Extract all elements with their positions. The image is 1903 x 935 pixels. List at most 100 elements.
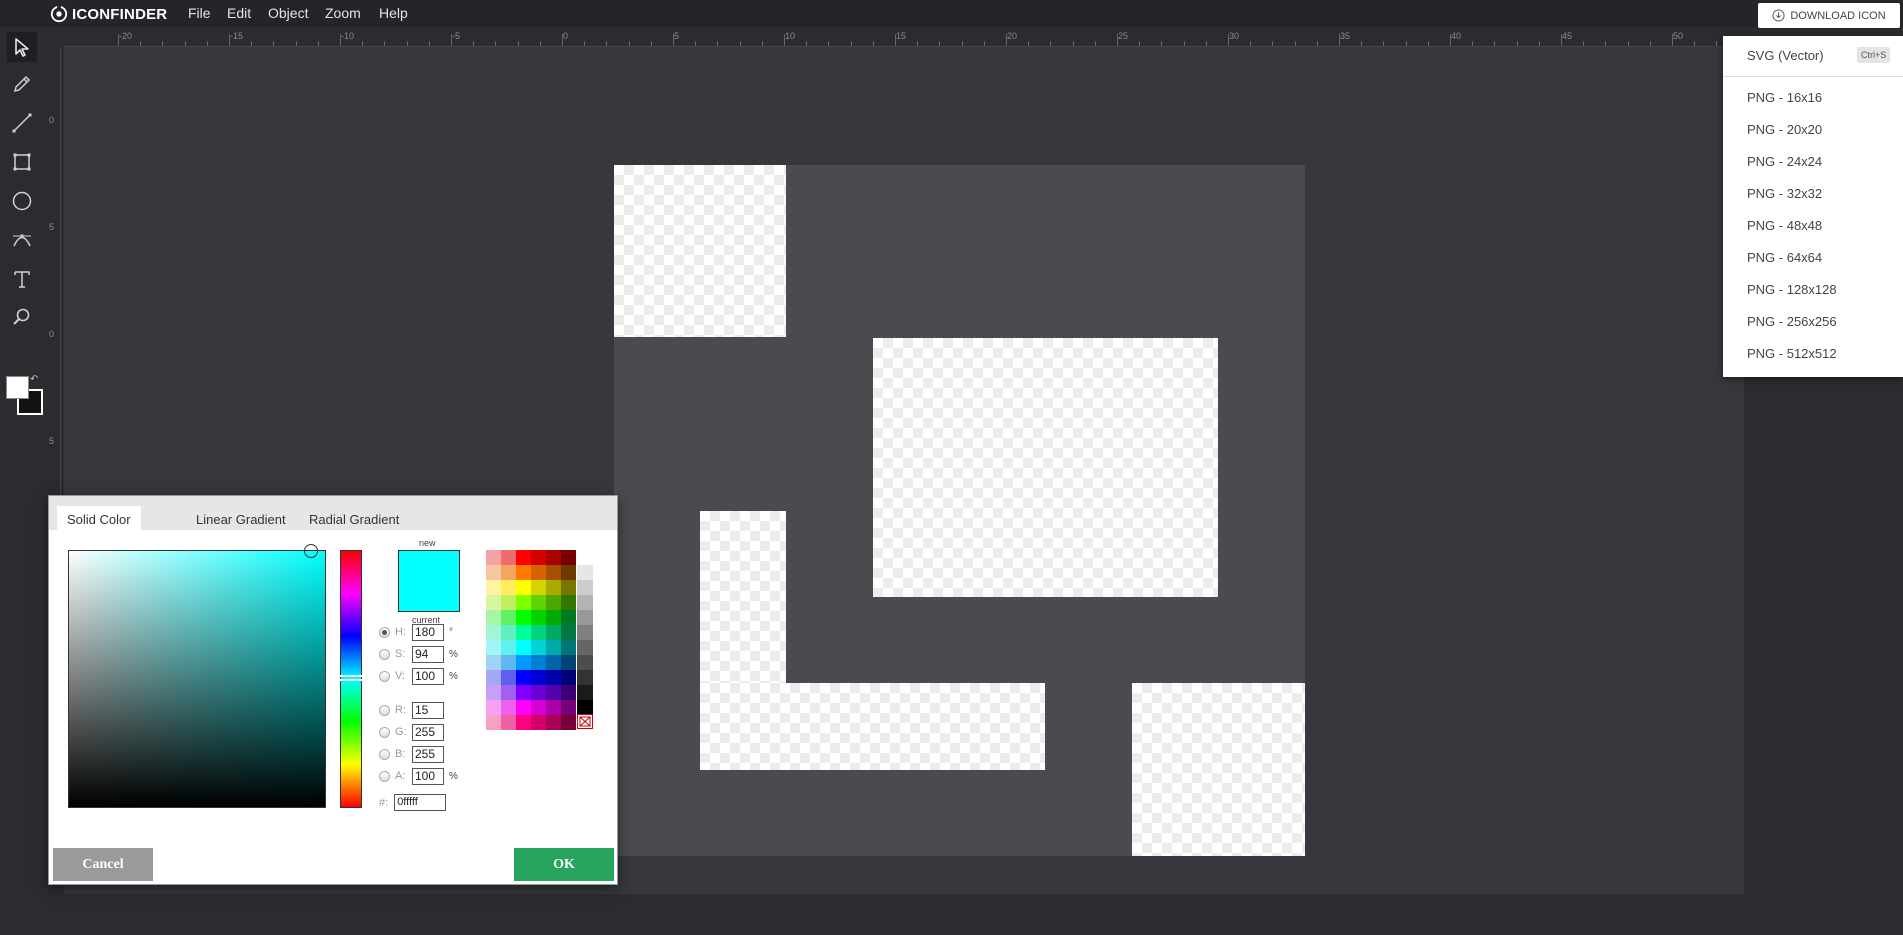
palette-swatch[interactable] xyxy=(546,580,561,595)
palette-swatch[interactable] xyxy=(546,610,561,625)
palette-swatch[interactable] xyxy=(486,715,501,730)
palette-swatch[interactable] xyxy=(546,565,561,580)
palette-swatch[interactable] xyxy=(546,550,561,565)
download-png-64[interactable]: PNG - 64x64 xyxy=(1747,250,1822,265)
palette-swatch[interactable] xyxy=(546,625,561,640)
palette-swatch[interactable] xyxy=(546,670,561,685)
palette-swatch[interactable] xyxy=(546,595,561,610)
palette-gray-swatch[interactable] xyxy=(577,625,593,640)
download-png-16[interactable]: PNG - 16x16 xyxy=(1747,90,1822,105)
palette-swatch[interactable] xyxy=(531,715,546,730)
blue-input[interactable]: 255 xyxy=(412,745,444,763)
palette-swatch[interactable] xyxy=(501,565,516,580)
palette-swatch[interactable] xyxy=(561,550,576,565)
palette-swatch[interactable] xyxy=(501,550,516,565)
download-png-128[interactable]: PNG - 128x128 xyxy=(1747,282,1837,297)
palette-swatch[interactable] xyxy=(546,640,561,655)
palette-swatch[interactable] xyxy=(531,685,546,700)
palette-swatch[interactable] xyxy=(531,580,546,595)
palette-gray-swatch[interactable] xyxy=(577,580,593,595)
download-png-256[interactable]: PNG - 256x256 xyxy=(1747,314,1837,329)
palette-swatch[interactable] xyxy=(486,655,501,670)
green-input[interactable]: 255 xyxy=(412,723,444,741)
transparent-block[interactable] xyxy=(614,165,786,337)
menu-object[interactable]: Object xyxy=(268,5,308,21)
palette-gray-swatch[interactable] xyxy=(577,595,593,610)
palette-swatch[interactable] xyxy=(516,580,531,595)
download-png-512[interactable]: PNG - 512x512 xyxy=(1747,346,1837,361)
value-radio[interactable] xyxy=(379,670,390,682)
hex-input[interactable]: 0fffff xyxy=(394,794,447,811)
palette-swatch[interactable] xyxy=(546,655,561,670)
palette-gray-swatch[interactable] xyxy=(577,670,593,685)
palette-swatch[interactable] xyxy=(561,685,576,700)
saturation-radio[interactable] xyxy=(379,648,390,660)
palette-swatch[interactable] xyxy=(531,640,546,655)
tab-linear-gradient[interactable]: Linear Gradient xyxy=(186,506,296,530)
palette-swatch[interactable] xyxy=(516,550,531,565)
palette-swatch[interactable] xyxy=(486,625,501,640)
artboard[interactable] xyxy=(614,165,1305,856)
palette-gray-swatch[interactable] xyxy=(577,685,593,700)
pencil-tool-button[interactable] xyxy=(7,69,37,99)
sv-picker-handle[interactable] xyxy=(304,544,318,558)
menu-help[interactable]: Help xyxy=(379,5,408,21)
transparent-block[interactable] xyxy=(1132,683,1305,856)
palette-swatch[interactable] xyxy=(516,670,531,685)
hue-slider-handle[interactable] xyxy=(339,675,363,681)
palette-swatch[interactable] xyxy=(516,595,531,610)
hue-input[interactable]: 180 xyxy=(412,623,444,641)
palette-swatch[interactable] xyxy=(531,565,546,580)
palette-swatch[interactable] xyxy=(501,655,516,670)
palette-swatch[interactable] xyxy=(501,685,516,700)
palette-swatch[interactable] xyxy=(516,655,531,670)
menu-file[interactable]: File xyxy=(188,5,211,21)
palette-swatch[interactable] xyxy=(561,655,576,670)
palette-swatch[interactable] xyxy=(531,700,546,715)
palette-swatch[interactable] xyxy=(486,580,501,595)
palette-swatch[interactable] xyxy=(501,640,516,655)
palette-swatch[interactable] xyxy=(516,685,531,700)
palette-swatch[interactable] xyxy=(501,715,516,730)
palette-swatch[interactable] xyxy=(561,625,576,640)
palette-gray-swatch[interactable] xyxy=(577,610,593,625)
palette-swatch[interactable] xyxy=(531,550,546,565)
saturation-value-field[interactable] xyxy=(68,544,326,808)
red-radio[interactable] xyxy=(379,704,390,716)
hue-slider[interactable] xyxy=(339,550,363,808)
palette-swatch[interactable] xyxy=(546,685,561,700)
palette-swatch[interactable] xyxy=(501,625,516,640)
palette-swatch[interactable] xyxy=(516,565,531,580)
palette-swatch[interactable] xyxy=(516,610,531,625)
green-radio[interactable] xyxy=(379,726,390,738)
palette-gray-swatch[interactable] xyxy=(577,550,593,565)
fill-color-swatch[interactable] xyxy=(6,376,29,399)
value-input[interactable]: 100 xyxy=(412,667,444,685)
swap-colors-icon[interactable]: ↶ xyxy=(30,374,38,385)
palette-swatch[interactable] xyxy=(561,715,576,730)
hue-radio[interactable] xyxy=(379,626,390,638)
transparent-block[interactable] xyxy=(700,683,1045,770)
tab-solid-color[interactable]: Solid Color xyxy=(57,506,141,530)
palette-swatch[interactable] xyxy=(501,595,516,610)
zoom-tool-button[interactable] xyxy=(7,302,37,332)
palette-swatch[interactable] xyxy=(561,700,576,715)
blue-radio[interactable] xyxy=(379,748,390,760)
palette-swatch[interactable] xyxy=(561,640,576,655)
menu-edit[interactable]: Edit xyxy=(227,5,251,21)
palette-swatch[interactable] xyxy=(516,625,531,640)
path-tool-button[interactable] xyxy=(7,225,37,255)
download-icon-button[interactable]: DOWNLOAD ICON xyxy=(1758,3,1900,28)
download-png-48[interactable]: PNG - 48x48 xyxy=(1747,218,1822,233)
tab-radial-gradient[interactable]: Radial Gradient xyxy=(299,506,409,530)
ellipse-tool-button[interactable] xyxy=(7,186,37,216)
palette-swatch[interactable] xyxy=(516,640,531,655)
palette-swatch[interactable] xyxy=(486,565,501,580)
palette-swatch[interactable] xyxy=(531,595,546,610)
download-png-32[interactable]: PNG - 32x32 xyxy=(1747,186,1822,201)
palette-swatch[interactable] xyxy=(516,715,531,730)
download-png-20[interactable]: PNG - 20x20 xyxy=(1747,122,1822,137)
palette-swatch[interactable] xyxy=(516,700,531,715)
download-png-24[interactable]: PNG - 24x24 xyxy=(1747,154,1822,169)
alpha-input[interactable]: 100 xyxy=(412,767,444,785)
